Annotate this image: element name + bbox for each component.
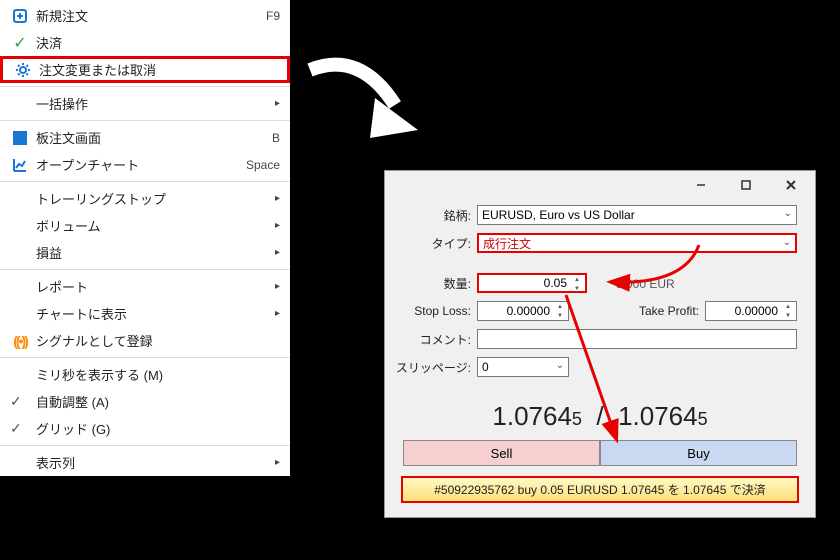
menu-hotkey: Space <box>246 158 280 172</box>
menu-item-show-on-chart[interactable]: チャートに表示 <box>0 300 290 327</box>
symbol-label: 銘柄: <box>385 207 477 224</box>
slippage-label: スリッページ: <box>385 359 477 376</box>
check-green-icon: ✓ <box>8 33 32 53</box>
menu-item-report[interactable]: レポート <box>0 273 290 300</box>
menu-item-grid[interactable]: グリッド (G) <box>0 415 290 442</box>
menu-separator <box>0 269 290 270</box>
chevron-down-icon: ⌄ <box>783 237 791 248</box>
menu-label: グリッド (G) <box>32 419 280 438</box>
menu-item-columns[interactable]: 表示列 <box>0 449 290 476</box>
tp-input[interactable]: 0.00000▲▼ <box>705 301 797 321</box>
comment-label: コメント: <box>385 331 477 348</box>
context-menu: 新規注文 F9 ✓ 決済 注文変更または取消 一括操作 板注文画面 B オープン… <box>0 0 290 476</box>
volume-input[interactable]: 0.05▲▼ <box>477 273 587 293</box>
menu-label: 損益 <box>32 243 269 262</box>
menu-label: 一括操作 <box>32 94 269 113</box>
menu-label: 注文変更または取消 <box>35 60 277 79</box>
comment-input[interactable] <box>477 329 797 349</box>
buy-button[interactable]: Buy <box>600 440 797 466</box>
menu-item-bulk[interactable]: 一括操作 <box>0 90 290 117</box>
menu-label: チャートに表示 <box>32 304 269 323</box>
menu-item-register-signal[interactable]: ((•)) シグナルとして登録 <box>0 327 290 354</box>
menu-item-open-chart[interactable]: オープンチャート Space <box>0 151 290 178</box>
menu-item-depth[interactable]: 板注文画面 B <box>0 124 290 151</box>
guide-arrow-icon <box>300 50 420 170</box>
spinner-icon[interactable]: ▲▼ <box>781 303 795 321</box>
menu-label: シグナルとして登録 <box>32 331 280 350</box>
menu-separator <box>0 357 290 358</box>
menu-item-volume[interactable]: ボリューム <box>0 212 290 239</box>
spinner-icon[interactable]: ▲▼ <box>570 276 584 294</box>
slippage-select[interactable]: 0⌄ <box>477 357 569 377</box>
menu-item-modify-cancel[interactable]: 注文変更または取消 <box>0 56 290 83</box>
order-dialog: 銘柄: EURUSD, Euro vs US Dollar⌄ タイプ: 成行注文… <box>384 170 816 518</box>
menu-hotkey: B <box>272 131 280 145</box>
menu-hotkey: F9 <box>266 9 280 23</box>
gear-icon <box>11 62 35 78</box>
menu-item-trailing[interactable]: トレーリングストップ <box>0 185 290 212</box>
menu-label: ボリューム <box>32 216 269 235</box>
chevron-down-icon: ⌄ <box>556 360 564 371</box>
menu-label: 決済 <box>32 33 280 52</box>
menu-label: 新規注文 <box>32 6 266 25</box>
menu-separator <box>0 86 290 87</box>
menu-label: 表示列 <box>32 453 269 472</box>
symbol-select[interactable]: EURUSD, Euro vs US Dollar⌄ <box>477 205 797 225</box>
type-label: タイプ: <box>385 235 477 252</box>
menu-label: トレーリングストップ <box>32 189 269 208</box>
menu-label: レポート <box>32 277 269 296</box>
titlebar <box>385 171 815 199</box>
menu-label: 自動調整 (A) <box>32 392 280 411</box>
depth-icon <box>8 130 32 146</box>
new-order-icon <box>8 8 32 24</box>
sell-button[interactable]: Sell <box>403 440 600 466</box>
menu-item-milliseconds[interactable]: ミリ秒を表示する (M) <box>0 361 290 388</box>
menu-item-pnl[interactable]: 損益 <box>0 239 290 266</box>
chevron-down-icon: ⌄ <box>784 208 792 219</box>
spinner-icon[interactable]: ▲▼ <box>553 303 567 321</box>
menu-separator <box>0 181 290 182</box>
sl-input[interactable]: 0.00000▲▼ <box>477 301 569 321</box>
menu-item-autofit[interactable]: 自動調整 (A) <box>0 388 290 415</box>
volume-label: 数量: <box>385 275 477 292</box>
volume-currency-label: 5 000 EUR <box>616 277 675 291</box>
signal-icon: ((•)) <box>8 333 32 349</box>
menu-label: ミリ秒を表示する (M) <box>32 365 280 384</box>
sl-label: Stop Loss: <box>385 304 477 318</box>
menu-item-new-order[interactable]: 新規注文 F9 <box>0 2 290 29</box>
menu-label: 板注文画面 <box>32 128 272 147</box>
menu-separator <box>0 445 290 446</box>
menu-item-close-position[interactable]: ✓ 決済 <box>0 29 290 56</box>
close-button[interactable] <box>768 173 813 197</box>
minimize-button[interactable] <box>678 173 723 197</box>
status-bar: #50922935762 buy 0.05 EURUSD 1.07645 を 1… <box>401 476 799 503</box>
maximize-button[interactable] <box>723 173 768 197</box>
menu-label: オープンチャート <box>32 155 246 174</box>
type-select[interactable]: 成行注文⌄ <box>477 233 797 253</box>
tp-label: Take Profit: <box>639 304 705 318</box>
price-quote: 1.07645 / 1.07645 <box>385 383 815 436</box>
menu-separator <box>0 120 290 121</box>
chart-icon <box>8 157 32 173</box>
